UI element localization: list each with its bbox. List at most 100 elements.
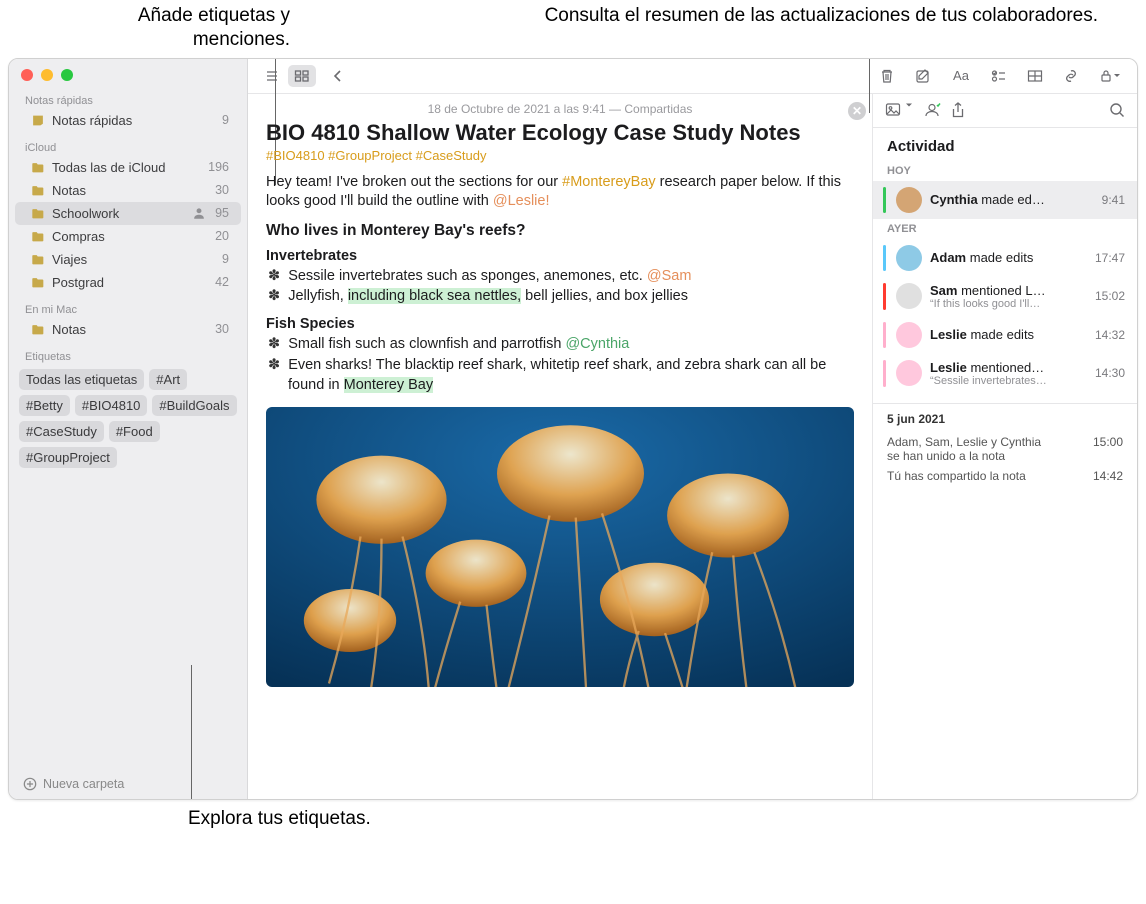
sidebar-item-folder[interactable]: Notas30 [15, 179, 241, 202]
note-image-jellyfish [266, 407, 854, 687]
activity-panel: Actividad HOY Cynthia made ed…9:41 AYER … [872, 94, 1137, 799]
sidebar-item-count: 30 [215, 322, 229, 336]
activity-time: 15:02 [1095, 289, 1125, 303]
folder-icon [31, 253, 45, 266]
activity-text: Leslie made edits [930, 327, 1087, 342]
activity-time: 14:32 [1095, 328, 1125, 342]
tag-pill[interactable]: #BIO4810 [75, 395, 148, 416]
editor-toolbar: Aa [248, 59, 1137, 94]
callout-tags-mentions: Añade etiquetas y menciones. [40, 4, 290, 52]
activity-text: Cynthia made ed… [930, 192, 1094, 207]
sidebar-item-label: Viajes [52, 252, 215, 267]
back-button[interactable] [324, 65, 352, 87]
avatar [896, 187, 922, 213]
activity-text: Sam mentioned L… [930, 283, 1087, 298]
activity-item[interactable]: Sam mentioned L…“If this looks good I'll… [873, 277, 1137, 316]
fullscreen-window-button[interactable] [61, 69, 73, 81]
sidebar-item-folder[interactable]: Todas las de iCloud 196 [15, 156, 241, 179]
notes-window: Notas rápidas Notas rápidas 9 iCloud Tod… [8, 58, 1138, 800]
sidebar-item-count: 20 [215, 229, 229, 243]
close-activity-button[interactable]: ✕ [848, 102, 866, 120]
tag-pill[interactable]: #Food [109, 421, 160, 442]
activity-system-entry: Tú has compartido la nota14:42 [873, 466, 1137, 486]
callout-explore-tags: Explora tus etiquetas. [0, 800, 1146, 830]
activity-color-bar [883, 322, 886, 348]
tag-pill[interactable]: #BuildGoals [152, 395, 236, 416]
sidebar-item-count: 30 [215, 183, 229, 197]
tag-pill[interactable]: #Betty [19, 395, 70, 416]
lock-button[interactable] [1093, 65, 1127, 87]
note-heading: Who lives in Monterey Bay's reefs? [266, 222, 854, 240]
activity-section-today: HOY [873, 161, 1137, 181]
sidebar-item-count: 42 [215, 275, 229, 289]
view-gallery-button[interactable] [288, 65, 316, 87]
sidebar-item-label: Postgrad [52, 275, 208, 290]
activity-color-bar [883, 283, 886, 310]
view-list-button[interactable] [258, 65, 286, 87]
new-folder-label: Nueva carpeta [43, 777, 124, 791]
tag-pill[interactable]: #CaseStudy [19, 421, 104, 442]
fish-list: Small fish such as clownfish and parrotf… [266, 334, 854, 395]
note-subheading: Invertebrates [266, 248, 854, 264]
sidebar-item-label: Notas rápidas [52, 113, 215, 128]
sidebar-section-tags: Etiquetas [9, 347, 247, 365]
activity-item[interactable]: Cynthia made ed…9:41 [873, 181, 1137, 219]
activity-item[interactable]: Adam made edits17:47 [873, 239, 1137, 277]
activity-system-entry: Adam, Sam, Leslie y Cynthia se han unido… [873, 432, 1137, 466]
collaborate-button[interactable] [923, 102, 941, 118]
avatar [896, 245, 922, 271]
sidebar-item-quicknotes[interactable]: Notas rápidas 9 [15, 109, 241, 132]
sidebar-item-folder[interactable]: Viajes9 [15, 248, 241, 271]
tag-pill[interactable]: #Art [149, 369, 187, 390]
note-intro-paragraph: Hey team! I've broken out the sections f… [266, 173, 854, 212]
avatar [896, 322, 922, 348]
delete-button[interactable] [873, 65, 901, 87]
tag-pill[interactable]: Todas las etiquetas [19, 369, 144, 390]
note-subheading: Fish Species [266, 316, 854, 332]
sidebar-item-count: 9 [222, 113, 229, 127]
close-window-button[interactable] [21, 69, 33, 81]
activity-subtitle: “Sessile invertebrates… [930, 375, 1087, 387]
folder-icon [31, 161, 45, 174]
search-button[interactable] [1109, 102, 1125, 118]
tags-browser: Todas las etiquetas#Art #Betty#BIO4810#Bu… [9, 365, 247, 472]
invertebrates-list: Sessile invertebrates such as sponges, a… [266, 266, 854, 307]
sidebar-item-folder[interactable]: Notas 30 [15, 318, 241, 341]
window-controls [9, 59, 247, 91]
note-title: BIO 4810 Shallow Water Ecology Case Stud… [266, 120, 854, 146]
quicknote-icon [31, 114, 45, 127]
activity-title: Actividad [873, 128, 1137, 161]
callout-activity-summary: Consulta el resumen de las actualizacion… [290, 4, 1106, 52]
media-button[interactable] [885, 102, 913, 118]
format-button[interactable]: Aa [945, 65, 977, 87]
new-note-button[interactable] [909, 65, 937, 87]
sidebar-item-folder[interactable]: Schoolwork95 [15, 202, 241, 225]
new-folder-button[interactable]: Nueva carpeta [9, 771, 247, 799]
activity-item[interactable]: Leslie mentioned…“Sessile invertebrates…… [873, 354, 1137, 393]
activity-item[interactable]: Leslie made edits 14:32 [873, 316, 1137, 354]
sidebar: Notas rápidas Notas rápidas 9 iCloud Tod… [9, 59, 247, 799]
link-button[interactable] [1057, 65, 1085, 87]
activity-color-bar [883, 187, 886, 213]
activity-time: 17:47 [1095, 251, 1125, 265]
activity-section-yesterday: AYER [873, 219, 1137, 239]
tag-pill[interactable]: #GroupProject [19, 447, 117, 468]
activity-color-bar [883, 245, 886, 271]
sidebar-item-count: 196 [208, 160, 229, 174]
shared-icon [192, 206, 206, 220]
note-editor: Aa 18 de Octubre de 2021 a las 9:41 — Co… [247, 59, 1137, 799]
activity-time: 14:30 [1095, 366, 1125, 380]
minimize-window-button[interactable] [41, 69, 53, 81]
share-button[interactable] [951, 102, 965, 119]
sidebar-section-icloud: iCloud [9, 138, 247, 156]
checklist-button[interactable] [985, 65, 1013, 87]
table-button[interactable] [1021, 65, 1049, 87]
sidebar-item-folder[interactable]: Compras20 [15, 225, 241, 248]
sidebar-item-folder[interactable]: Postgrad 42 [15, 271, 241, 294]
note-content[interactable]: BIO 4810 Shallow Water Ecology Case Stud… [248, 120, 872, 799]
note-tags-row: #BIO4810 #GroupProject #CaseStudy [266, 148, 854, 163]
sidebar-item-label: Todas las de iCloud [52, 160, 201, 175]
sidebar-item-label: Notas [52, 322, 208, 337]
avatar [896, 283, 922, 309]
folder-icon [31, 230, 45, 243]
